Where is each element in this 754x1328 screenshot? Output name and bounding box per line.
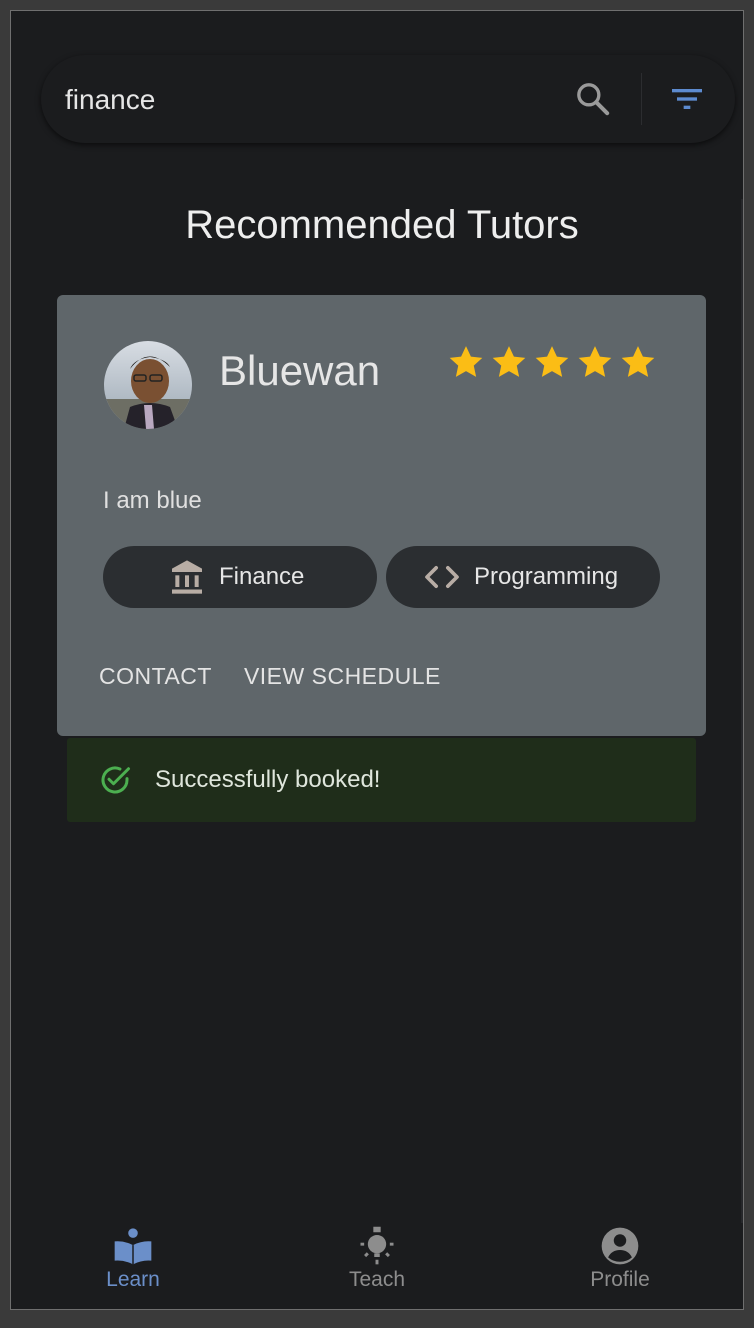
nav-item-learn[interactable]: Learn: [73, 1224, 193, 1292]
search-bar: [41, 55, 735, 143]
star-icon: [535, 346, 569, 377]
nav-item-teach[interactable]: Teach: [317, 1224, 437, 1292]
account-circle-icon: [601, 1227, 639, 1265]
app-window: Recommended Tutors Bluewan: [10, 10, 744, 1310]
page-title: Recommended Tutors: [185, 203, 579, 247]
book-reader-icon: [114, 1228, 152, 1265]
subject-chip-label: Programming: [474, 563, 619, 590]
search-divider: [641, 73, 642, 125]
success-toast: Successfully booked!: [67, 738, 696, 822]
code-icon: [425, 566, 459, 588]
star-icon: [449, 346, 483, 377]
subject-chip-label: Finance: [219, 563, 305, 590]
star-icon: [578, 346, 612, 377]
avatar: [104, 341, 192, 429]
toast-message: Successfully booked!: [155, 766, 381, 793]
scrollbar[interactable]: [741, 199, 743, 1223]
lightbulb-icon: [360, 1226, 394, 1265]
star-icon: [621, 346, 655, 377]
tutor-card: Bluewan I am blue Finance Programming CO…: [57, 295, 706, 736]
nav-label: Teach: [348, 1268, 406, 1291]
search-input[interactable]: [63, 81, 547, 119]
contact-button[interactable]: CONTACT: [99, 663, 212, 690]
view-schedule-button[interactable]: VIEW SCHEDULE: [244, 663, 441, 690]
filter-icon[interactable]: [665, 79, 709, 119]
nav-label: Profile: [590, 1268, 650, 1291]
nav-item-profile[interactable]: Profile: [560, 1224, 680, 1292]
subject-chip-finance[interactable]: Finance: [103, 546, 377, 608]
star-icon: [492, 346, 526, 377]
bottom-navigation: Learn Teach Profile: [10, 1214, 744, 1310]
nav-label: Learn: [106, 1268, 160, 1291]
check-circle-icon: [101, 766, 130, 794]
search-icon[interactable]: [573, 79, 613, 119]
rating-stars: [447, 343, 657, 381]
bank-icon: [172, 560, 202, 594]
card-actions: CONTACT VIEW SCHEDULE: [99, 663, 441, 690]
subject-chip-programming[interactable]: Programming: [386, 546, 660, 608]
tutor-name: Bluewan: [219, 347, 381, 394]
tutor-bio: I am blue: [103, 487, 202, 514]
